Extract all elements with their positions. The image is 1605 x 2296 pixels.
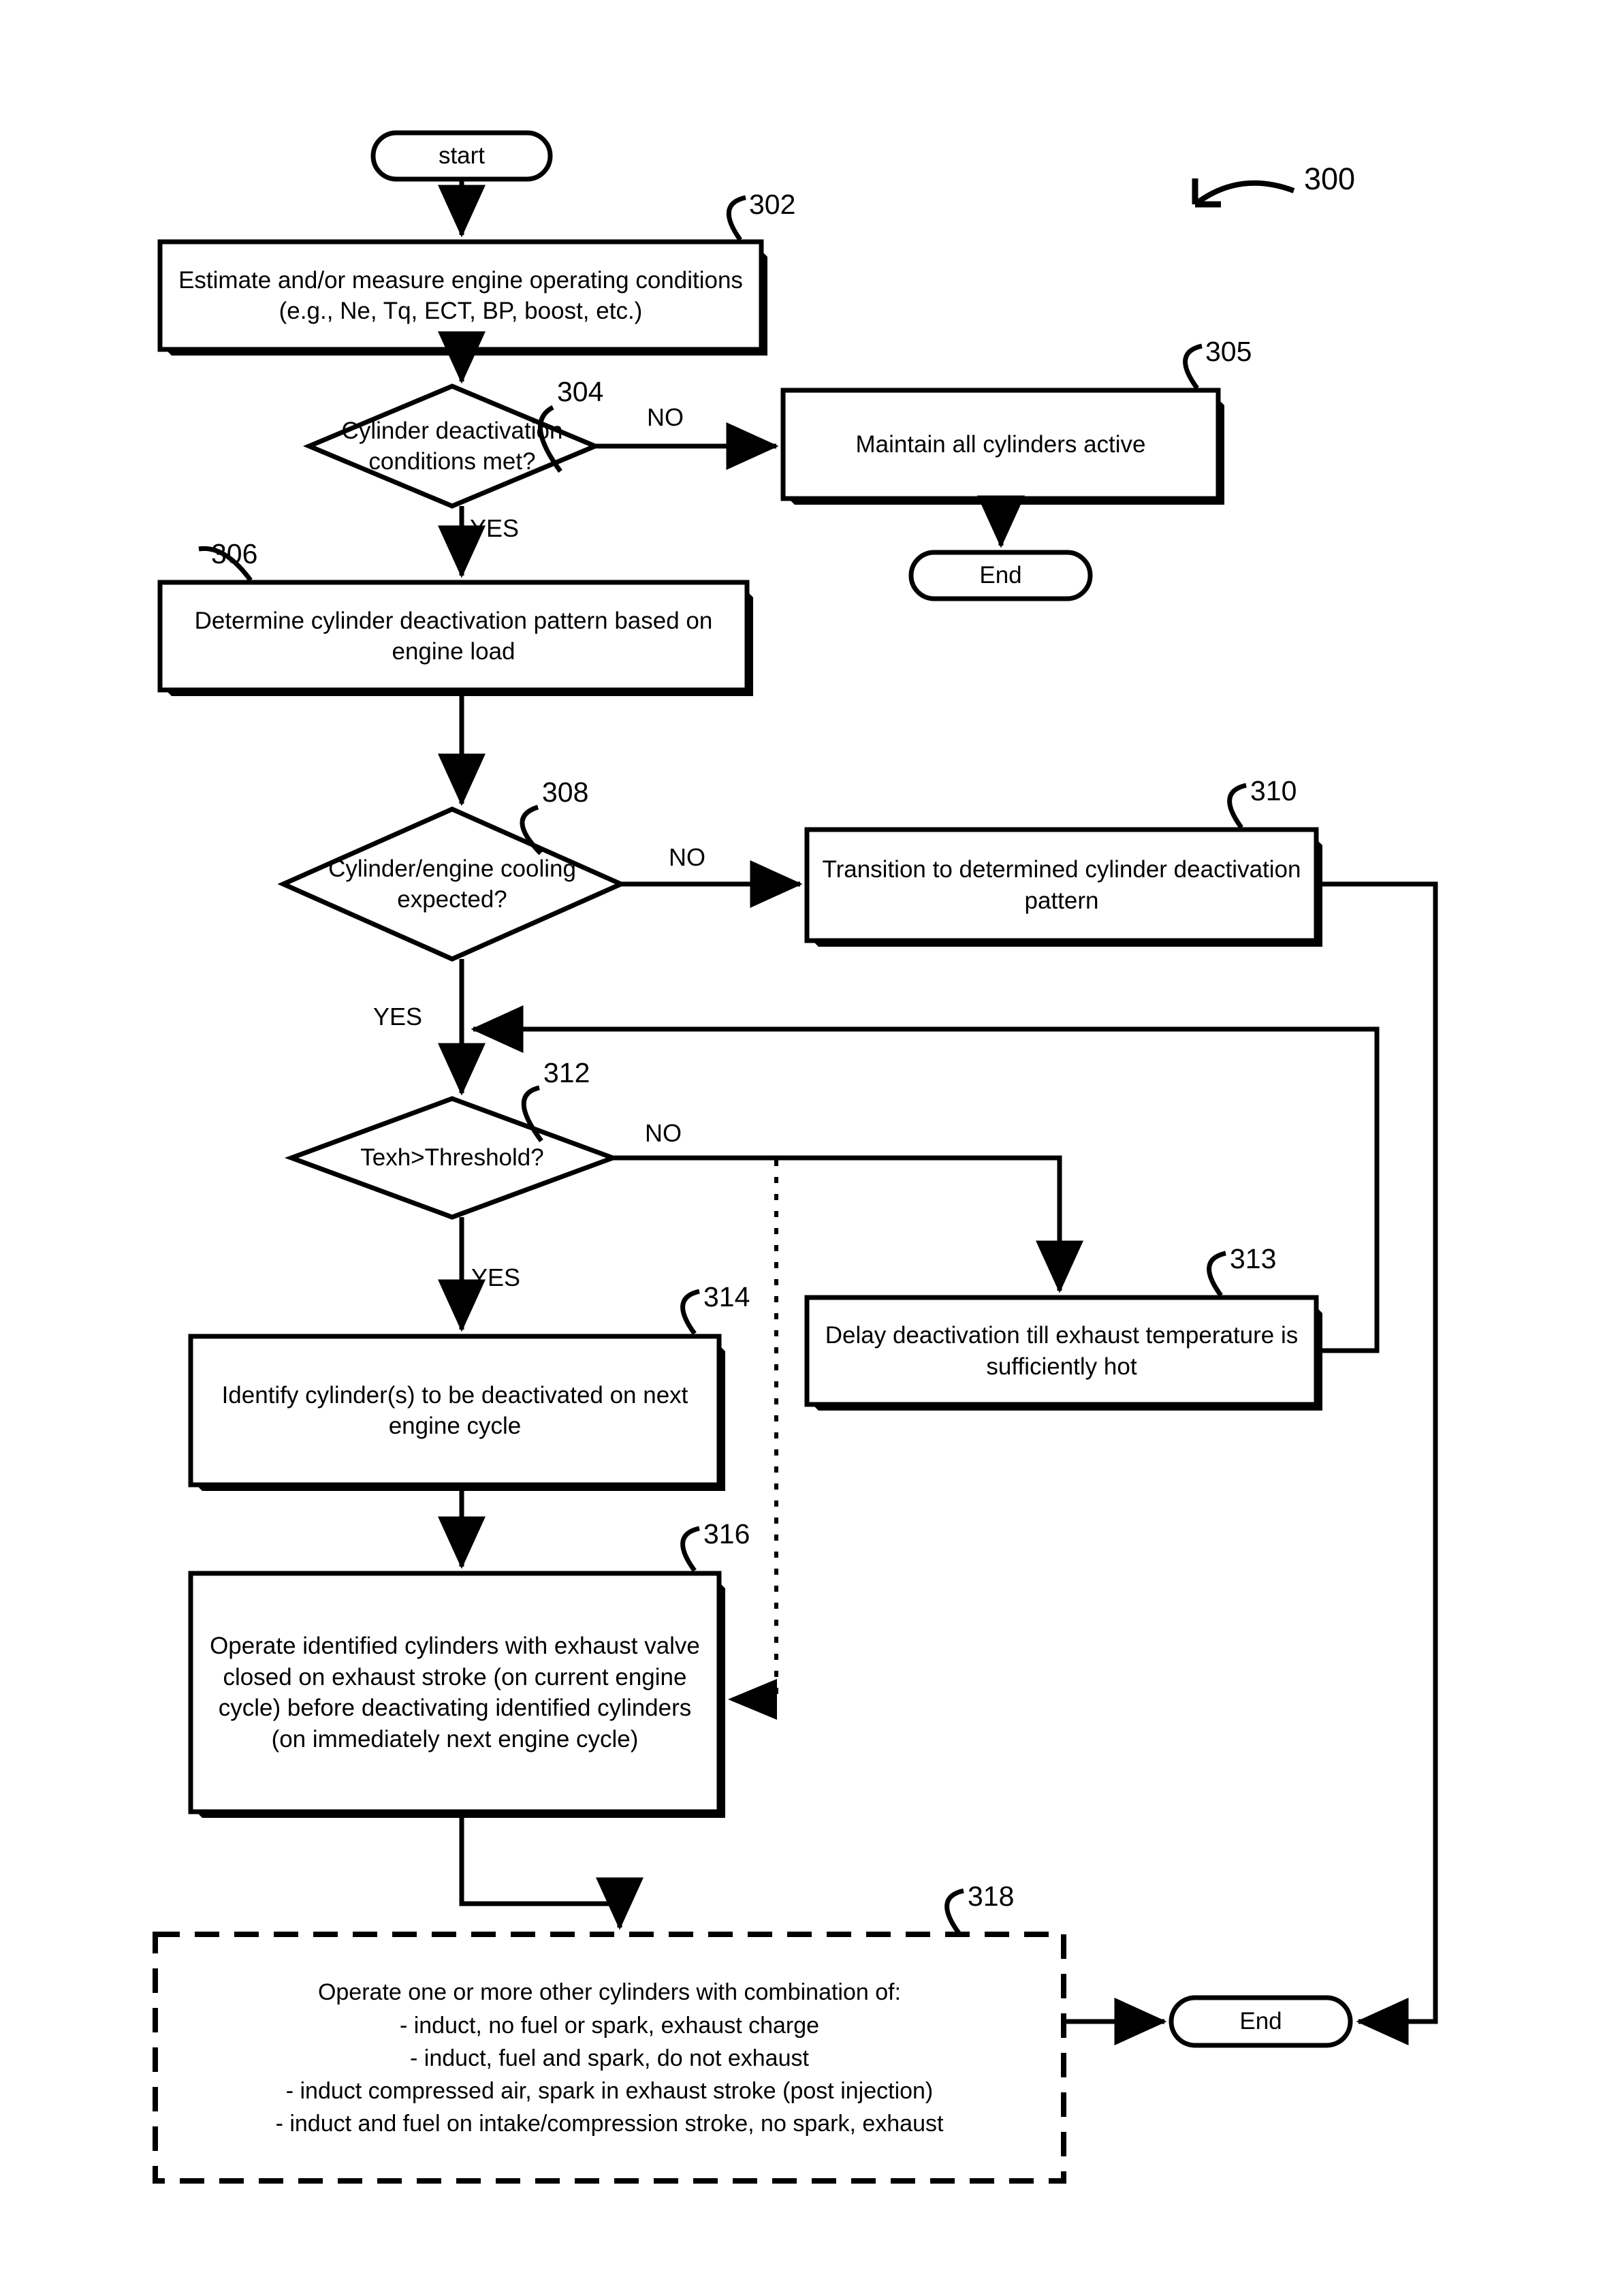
edge-316-to-318: [459, 1812, 643, 1930]
edge-label-308-no: NO: [669, 843, 705, 871]
leader-300: [1193, 180, 1295, 207]
box-306-shape: [157, 580, 750, 693]
ref-label-306: 306: [211, 538, 258, 569]
ref-label-312: 312: [543, 1057, 590, 1088]
leader-302: [727, 195, 746, 242]
ref-label-310: 310: [1250, 775, 1297, 806]
decision-304-shape: [302, 383, 602, 509]
edge-label-304-yes: YES: [470, 514, 520, 542]
box-318-content: Operate one or more other cylinders with…: [170, 1949, 1049, 2167]
leader-314: [680, 1289, 700, 1336]
box-318-heading: Operate one or more other cylinders with…: [317, 1979, 902, 2006]
ref-label-313: 313: [1230, 1243, 1277, 1274]
ref-label-300: 300: [1304, 161, 1356, 196]
edge-312-no-to-313: [613, 1155, 1083, 1293]
ref-label-305: 305: [1205, 336, 1252, 367]
leader-310: [1227, 783, 1247, 830]
start-terminator-shape: [370, 130, 553, 182]
box-318-bullet-3: - induct compressed air, spark in exhaus…: [285, 2078, 934, 2105]
ref-label-302: 302: [749, 189, 796, 220]
ref-label-316: 316: [703, 1518, 750, 1550]
patent-flowchart-figure: start Estimate and/or measure engine ope…: [0, 0, 1605, 2296]
box-313-shape: [804, 1295, 1319, 1407]
leader-318: [944, 1888, 964, 1935]
edge-label-304-no: NO: [647, 403, 684, 431]
end-terminator-1-shape: [908, 550, 1093, 601]
box-302-shape: [157, 239, 764, 352]
leader-316: [680, 1526, 700, 1573]
box-318-bullet-1: - induct, no fuel or spark, exhaust char…: [399, 2012, 820, 2039]
box-314-shape: [188, 1334, 722, 1488]
decision-312-shape: [284, 1096, 620, 1220]
ref-label-304: 304: [557, 376, 604, 407]
leader-313: [1207, 1251, 1226, 1298]
edge-312-no-dotted-to-316: [728, 1160, 778, 1720]
decision-308-shape: [277, 806, 627, 962]
ref-label-314: 314: [703, 1281, 750, 1312]
edge-label-312-no: NO: [645, 1119, 682, 1147]
box-310-shape: [804, 827, 1319, 943]
box-318-bullet-4: - induct and fuel on intake/compression …: [275, 2111, 944, 2137]
ref-label-308: 308: [542, 776, 589, 808]
box-305-shape: [780, 388, 1221, 501]
ref-label-318: 318: [968, 1881, 1015, 1912]
edge-label-312-yes: YES: [471, 1263, 521, 1291]
box-318-bullet-2: - induct, fuel and spark, do not exhaust: [410, 2045, 809, 2071]
box-316-shape: [188, 1571, 722, 1814]
edge-label-308-yes: YES: [373, 1003, 423, 1031]
leader-305: [1183, 343, 1203, 390]
end-terminator-2-shape: [1169, 1995, 1353, 2048]
